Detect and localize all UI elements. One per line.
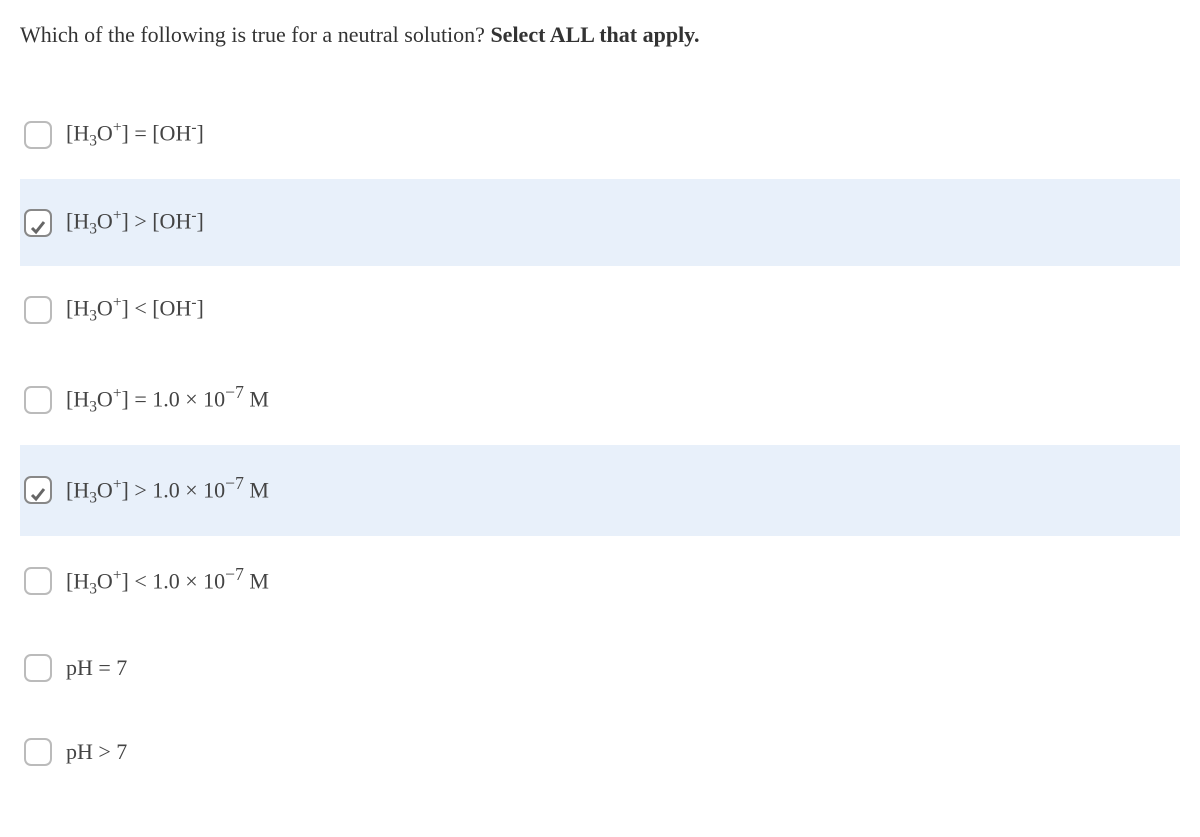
option-label-4: [H3O+] > 1.0 × 10−7 M xyxy=(66,473,269,508)
checkmark-icon xyxy=(30,482,46,498)
checkbox-7[interactable] xyxy=(24,738,52,766)
option-label-3: [H3O+] = 1.0 × 10−7 M xyxy=(66,382,269,417)
checkbox-3[interactable] xyxy=(24,386,52,414)
checkbox-0[interactable] xyxy=(24,121,52,149)
option-3[interactable]: [H3O+] = 1.0 × 10−7 M xyxy=(20,354,1180,445)
checkbox-5[interactable] xyxy=(24,567,52,595)
options-container: [H3O+] = [OH-] [H3O+] > [OH-] [H3O+] < [OH… xyxy=(20,91,1180,794)
option-label-0: [H3O+] = [OH-] xyxy=(66,119,204,151)
option-7[interactable]: pH > 7 xyxy=(20,710,1180,794)
option-1[interactable]: [H3O+] > [OH-] xyxy=(20,179,1180,267)
checkbox-2[interactable] xyxy=(24,296,52,324)
question-text: Which of the following is true for a neu… xyxy=(20,18,1180,51)
option-label-6: pH = 7 xyxy=(66,655,127,681)
option-6[interactable]: pH = 7 xyxy=(20,626,1180,710)
checkbox-1[interactable] xyxy=(24,209,52,237)
checkmark-icon xyxy=(30,215,46,231)
option-5[interactable]: [H3O+] < 1.0 × 10−7 M xyxy=(20,536,1180,627)
option-2[interactable]: [H3O+] < [OH-] xyxy=(20,266,1180,354)
option-label-2: [H3O+] < [OH-] xyxy=(66,294,204,326)
question-bold: Select ALL that apply. xyxy=(490,22,699,47)
option-label-1: [H3O+] > [OH-] xyxy=(66,207,204,239)
option-4[interactable]: [H3O+] > 1.0 × 10−7 M xyxy=(20,445,1180,536)
question-prefix: Which of the following is true for a neu… xyxy=(20,22,490,47)
checkbox-6[interactable] xyxy=(24,654,52,682)
option-0[interactable]: [H3O+] = [OH-] xyxy=(20,91,1180,179)
checkbox-4[interactable] xyxy=(24,476,52,504)
option-label-7: pH > 7 xyxy=(66,739,127,765)
option-label-5: [H3O+] < 1.0 × 10−7 M xyxy=(66,564,269,599)
